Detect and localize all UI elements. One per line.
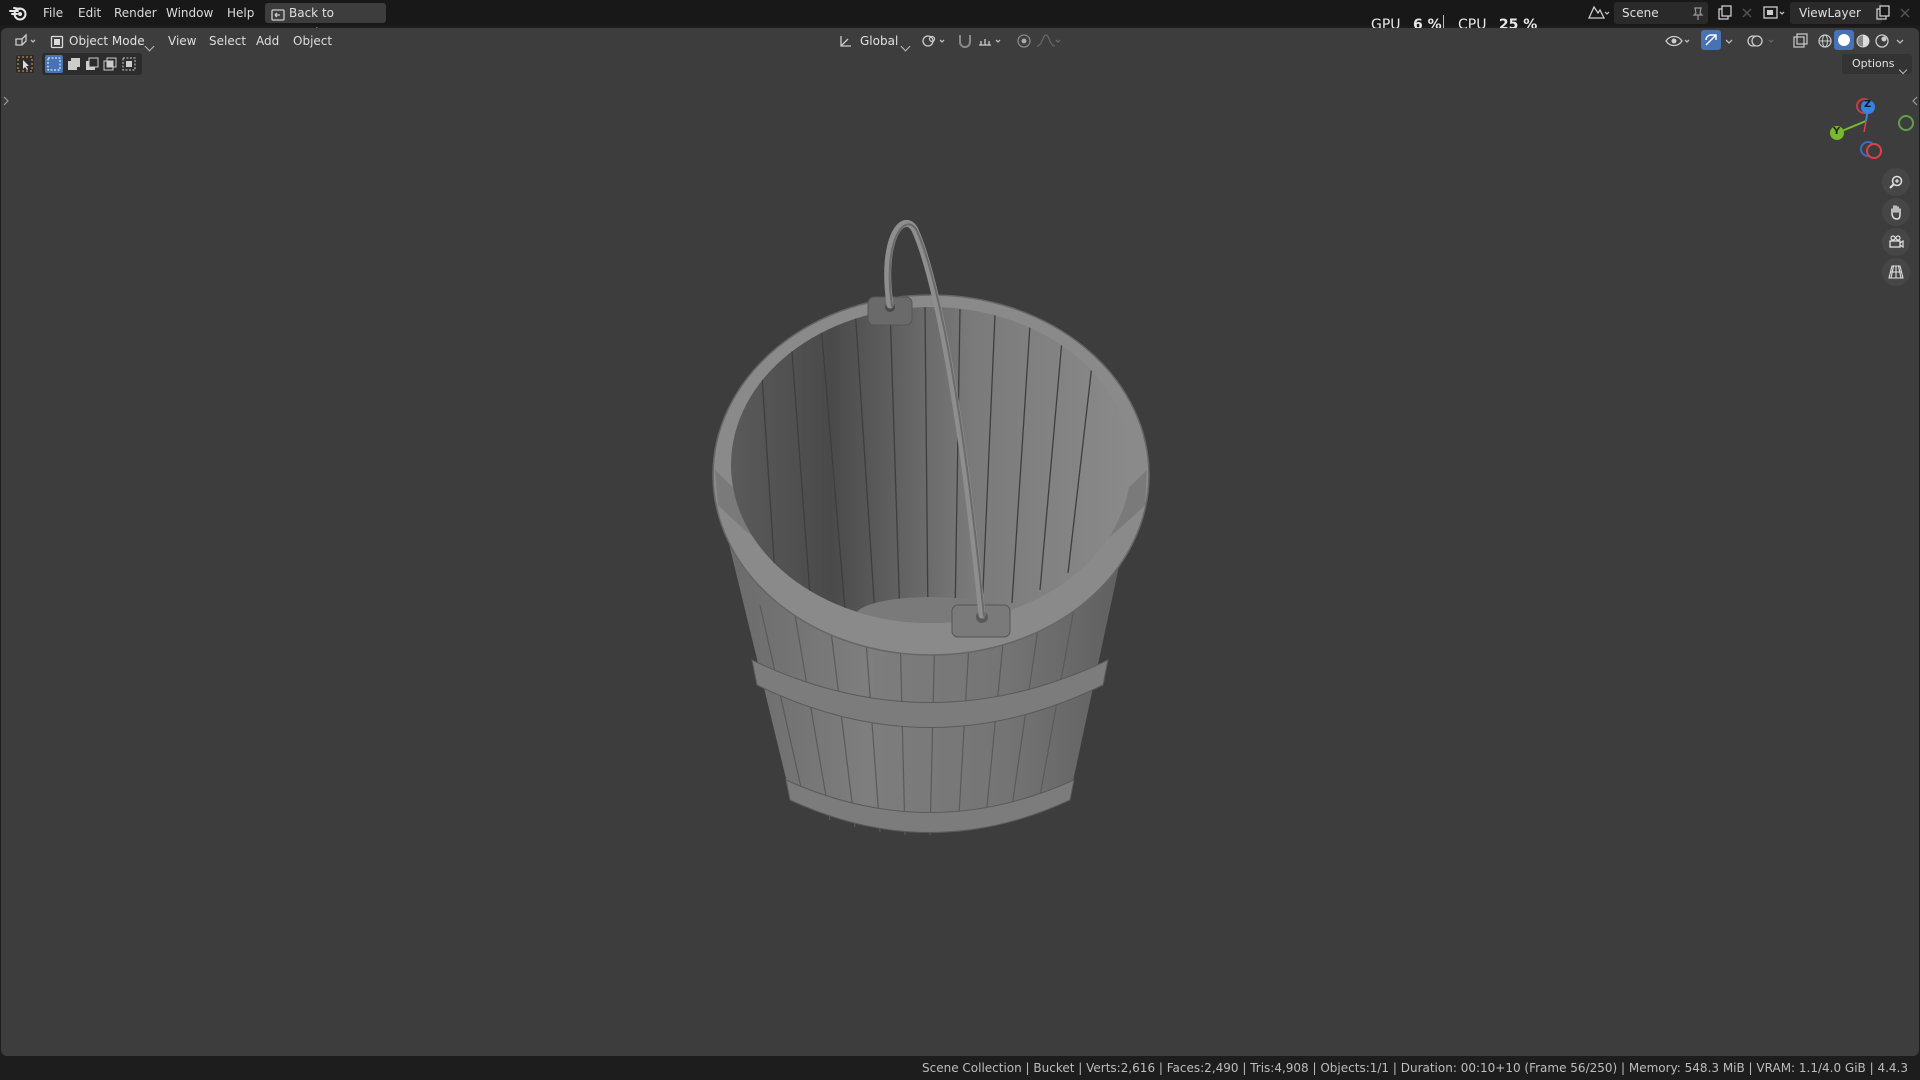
projection-toggle-button[interactable] — [1882, 258, 1910, 286]
transform-orientation-dropdown[interactable]: Global — [836, 31, 912, 54]
orientation-icon — [838, 34, 852, 53]
select-extend-icon[interactable] — [65, 55, 83, 73]
back-screen-icon — [271, 7, 285, 21]
options-label: Options — [1852, 57, 1895, 70]
falloff-icon[interactable] — [1034, 31, 1064, 51]
gizmo-dropdown-icon[interactable] — [1724, 31, 1736, 51]
chevron-down-icon — [1898, 58, 1908, 77]
delete-scene-icon[interactable] — [1740, 5, 1754, 24]
gizmo-z-label: Z — [1864, 99, 1872, 110]
pin-icon[interactable] — [1692, 6, 1704, 25]
select-invert-icon[interactable] — [101, 55, 119, 73]
scene-type-icon[interactable] — [1586, 4, 1612, 22]
menu-object[interactable]: Object — [288, 31, 337, 51]
select-intersect-icon[interactable] — [120, 55, 138, 73]
back-to-previous-button[interactable]: Back to Previous — [265, 3, 386, 40]
gizmo-toggle-icon[interactable] — [1701, 30, 1721, 50]
solid-shading-icon[interactable] — [1834, 30, 1854, 50]
view-layer-name: ViewLayer — [1799, 6, 1861, 20]
menu-help[interactable]: Help — [221, 3, 260, 23]
options-dropdown[interactable]: Options — [1842, 54, 1912, 77]
menu-edit[interactable]: Edit — [72, 3, 107, 23]
zoom-icon — [1888, 174, 1904, 194]
scene-name: Scene — [1622, 6, 1659, 20]
camera-icon — [1888, 234, 1904, 254]
blender-logo-icon[interactable] — [9, 5, 27, 21]
menu-render[interactable]: Render — [108, 3, 163, 23]
pan-button[interactable] — [1882, 198, 1910, 226]
camera-view-button[interactable] — [1882, 228, 1910, 256]
wireframe-shading-icon[interactable] — [1815, 31, 1835, 51]
view-layer-icon[interactable] — [1762, 4, 1788, 22]
select-new-icon[interactable] — [45, 55, 63, 73]
object-mode-dropdown[interactable]: Object Mode — [47, 31, 157, 54]
hand-icon — [1888, 204, 1904, 224]
status-bar: Scene Collection | Bucket | Verts:2,616 … — [0, 1057, 1920, 1080]
delete-view-layer-icon[interactable] — [1898, 5, 1912, 24]
toolbar-toggle-icon[interactable] — [2, 92, 10, 111]
object-mode-icon — [50, 34, 64, 53]
editor-type-icon[interactable] — [12, 31, 40, 51]
navigation-gizmo[interactable]: Z Y — [1820, 92, 1916, 164]
top-bar: File Edit Render Window Help Back to Pre… — [0, 0, 1920, 40]
snap-target-icon[interactable] — [976, 31, 1006, 51]
overlays-icon[interactable] — [1745, 31, 1779, 51]
chevron-down-icon — [900, 35, 911, 54]
orientation-label: Global — [860, 34, 899, 48]
status-bar-info: Scene Collection | Bucket | Verts:2,616 … — [921, 1061, 1908, 1075]
bucket-model[interactable] — [700, 215, 1160, 855]
view-layer-field[interactable]: ViewLayer — [1790, 2, 1882, 24]
menu-view[interactable]: View — [163, 31, 201, 51]
shading-dropdown-icon[interactable] — [1895, 31, 1907, 51]
xray-toggle-icon[interactable] — [1790, 31, 1810, 51]
menu-file[interactable]: File — [37, 3, 69, 23]
zoom-button[interactable] — [1882, 168, 1910, 196]
new-scene-icon[interactable] — [1717, 5, 1733, 25]
object-mode-label: Object Mode — [69, 34, 145, 48]
new-view-layer-icon[interactable] — [1875, 5, 1891, 25]
chevron-down-icon — [144, 35, 155, 54]
menu-select[interactable]: Select — [204, 31, 251, 51]
select-subtract-icon[interactable] — [83, 55, 101, 73]
select-tool-icon[interactable] — [15, 54, 35, 74]
rendered-shading-icon[interactable] — [1872, 31, 1892, 51]
material-shading-icon[interactable] — [1853, 31, 1873, 51]
selection-mode-group — [42, 53, 142, 75]
proportional-editing-icon[interactable] — [1014, 31, 1034, 51]
visibility-icon[interactable] — [1664, 31, 1694, 51]
snap-toggle-icon[interactable] — [955, 31, 975, 51]
grid-perspective-icon — [1888, 264, 1904, 284]
pivot-point-icon[interactable] — [920, 31, 950, 51]
menu-add[interactable]: Add — [251, 31, 284, 51]
gizmo-y-label: Y — [1833, 126, 1841, 137]
menu-window[interactable]: Window — [160, 3, 219, 23]
scene-name-field[interactable]: Scene — [1614, 2, 1708, 24]
